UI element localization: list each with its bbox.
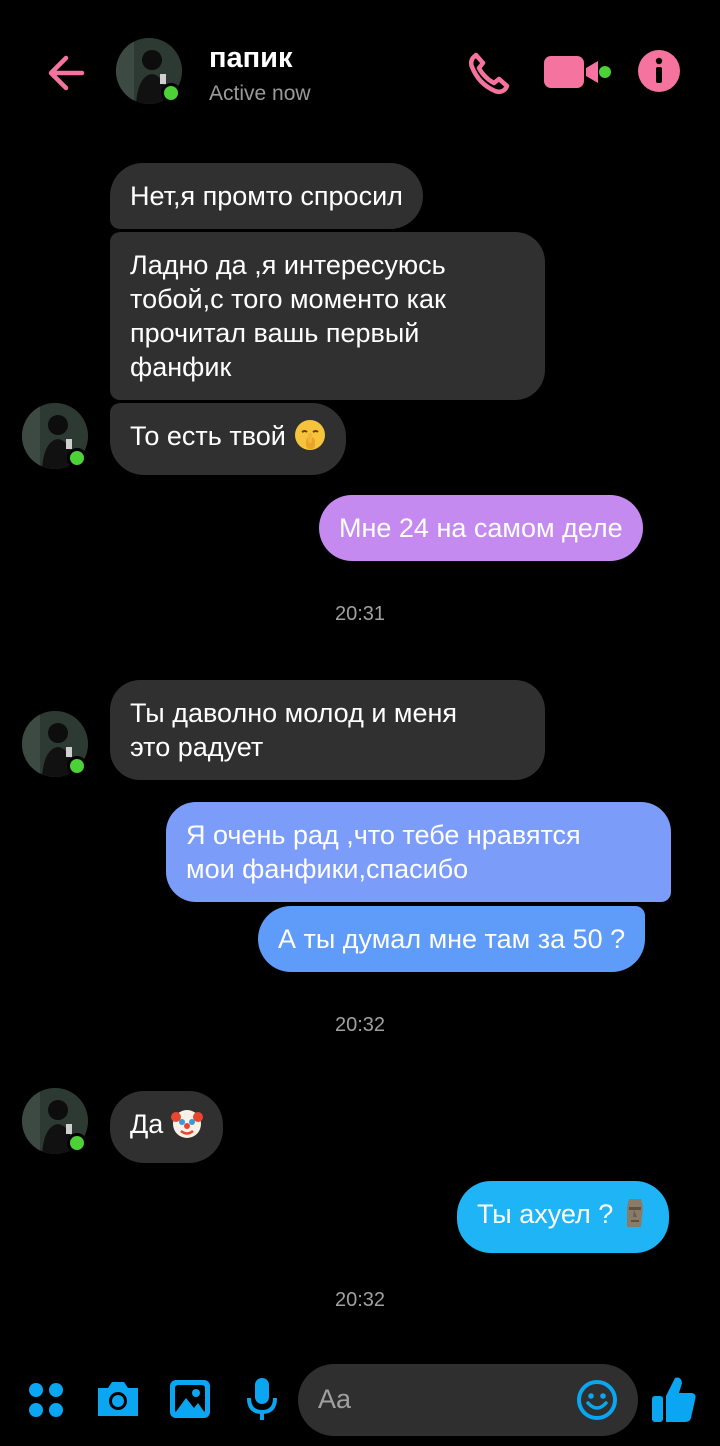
four-dots-icon[interactable]: [26, 1380, 66, 1425]
incoming-message[interactable]: То есть твой: [110, 403, 346, 475]
timestamp: 20:32: [334, 1014, 386, 1036]
message-line: Ладно да ,я интересуюсь: [130, 250, 446, 280]
outgoing-message[interactable]: Я очень рад ,что тебе нравятся мои фанфи…: [166, 802, 671, 902]
incoming-message[interactable]: Ты даволно молод и меня это радует: [110, 680, 545, 780]
phone-icon[interactable]: [466, 50, 512, 96]
microphone-icon[interactable]: [246, 1376, 278, 1427]
message-composer: [0, 1360, 720, 1446]
incoming-message[interactable]: Нет,я промто спросил: [110, 163, 423, 229]
message-text: Да: [130, 1109, 164, 1139]
contact-name[interactable]: папик: [209, 42, 293, 75]
outgoing-message[interactable]: Мне 24 на самом деле: [319, 495, 643, 561]
message-text: Ты ахуел ?: [477, 1199, 614, 1229]
message-text: Нет,я промто спросил: [130, 181, 403, 211]
status-bar: [0, 0, 720, 10]
outgoing-message[interactable]: Ты ахуел ?: [457, 1181, 670, 1253]
message-line: мои фанфики,спасибо: [186, 854, 469, 884]
message-line: Я очень рад ,что тебе нравятся: [186, 820, 581, 850]
moai-emoji: [621, 1197, 649, 1237]
message-input[interactable]: [318, 1376, 568, 1422]
info-icon[interactable]: [636, 48, 682, 94]
timestamp: 20:32: [334, 1289, 386, 1311]
incoming-message[interactable]: Ладно да ,я интересуюсь тобой,с того мом…: [110, 232, 545, 400]
online-indicator: [67, 448, 87, 468]
message-text: А ты думал мне там за 50 ?: [278, 924, 626, 954]
timestamp: 20:31: [334, 603, 386, 625]
online-indicator: [67, 1133, 87, 1153]
shushing-face-emoji: [294, 419, 326, 459]
message-text: То есть твой: [130, 421, 286, 451]
message-line: это радует: [130, 732, 264, 762]
arrow-left-icon[interactable]: [42, 48, 92, 98]
message-line: тобой,с того моменто как: [130, 284, 446, 314]
camera-icon[interactable]: [94, 1378, 142, 1425]
smiley-icon[interactable]: [575, 1378, 619, 1427]
message-line: прочитал вашь первый: [130, 318, 420, 348]
message-line: Ты даволно молод и меня: [130, 698, 458, 728]
thumbs-up-icon[interactable]: [650, 1374, 698, 1429]
video-camera-icon[interactable]: [542, 52, 614, 92]
incoming-message[interactable]: Да: [110, 1091, 224, 1163]
chat-header: папик Active now: [0, 30, 720, 120]
message-line: фанфик: [130, 352, 232, 382]
online-indicator: [67, 756, 87, 776]
message-text: Мне 24 на самом деле: [339, 513, 623, 543]
online-indicator: [161, 83, 181, 103]
active-status: Active now: [209, 82, 311, 105]
message-input-container[interactable]: [298, 1364, 638, 1436]
clown-face-emoji: [171, 1107, 204, 1147]
image-icon[interactable]: [168, 1378, 212, 1425]
outgoing-message[interactable]: А ты думал мне там за 50 ?: [258, 906, 646, 972]
